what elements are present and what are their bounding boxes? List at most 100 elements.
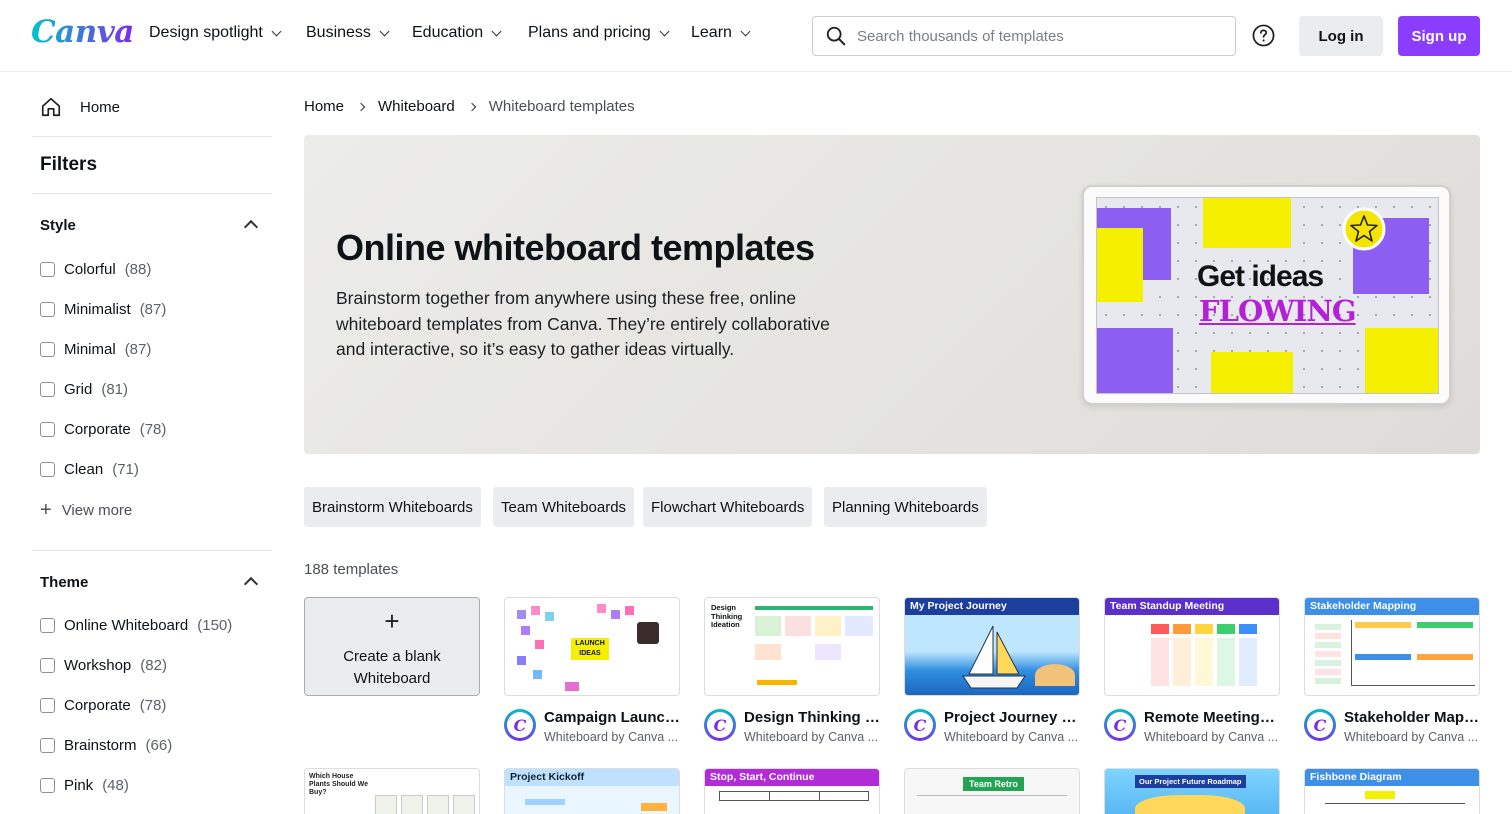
sticky-note [521,626,530,635]
thumb-line [1325,803,1465,804]
filter-theme-pink[interactable]: Pink (48) [40,777,129,794]
filter-style-clean[interactable]: Clean (71) [40,461,139,478]
filter-style-minimalist[interactable]: Minimalist (87) [40,301,166,318]
template-thumbnail[interactable]: Design Thinking Ideation [704,597,880,696]
style-section-title[interactable]: Style [40,217,76,234]
sidebar-home-link[interactable]: Home [40,96,120,118]
checkbox[interactable] [40,618,55,633]
checkbox[interactable] [40,658,55,673]
chip-flowchart-whiteboards[interactable]: Flowchart Whiteboards [643,487,813,527]
chevron-up-icon[interactable] [243,576,259,592]
filter-style-colorful[interactable]: Colorful (88) [40,261,151,278]
breadcrumb-home[interactable]: Home [304,98,344,115]
template-card[interactable]: Team Standup Meeting C Remote Meetings .… [1104,597,1280,745]
map-illustration [1135,795,1245,814]
filter-theme-brainstorm[interactable]: Brainstorm (66) [40,737,172,754]
filters-heading: Filters [40,154,98,175]
thumb-title: Project Kickoff [505,769,679,786]
thumb-bar [757,680,797,685]
thumb-block [815,644,841,660]
sticky-note [1097,228,1143,302]
search-icon[interactable] [825,25,847,47]
chip-team-whiteboards[interactable]: Team Whiteboards [493,487,635,527]
checkbox[interactable] [40,462,55,477]
template-card[interactable]: Fishbone Diagram [1304,768,1480,814]
filter-count: (78) [139,421,167,438]
chip-brainstorm-whiteboards[interactable]: Brainstorm Whiteboards [304,487,481,527]
template-title[interactable]: Remote Meetings ... [1144,709,1280,726]
view-more-button[interactable]: + View more [40,500,132,520]
template-author: Whiteboard by Canva ... [1344,730,1479,744]
template-author: Whiteboard by Canva ... [544,730,679,744]
nav-education[interactable]: Education [412,24,502,42]
checkbox[interactable] [40,342,55,357]
filter-style-corporate[interactable]: Corporate (78) [40,421,166,438]
template-thumbnail[interactable]: Stakeholder Mapping [1304,597,1480,696]
canva-logo[interactable]: Canva [31,14,134,50]
template-card[interactable]: My Project Journey C Project Journey W..… [904,597,1080,745]
filter-theme-online-whiteboard[interactable]: Online Whiteboard (150) [40,617,232,634]
chevron-right-icon [356,102,366,111]
nav-label: Design spotlight [149,24,263,41]
thumb-bar [755,606,873,610]
divider [32,193,272,194]
template-title[interactable]: Campaign Launch ... [544,709,680,726]
checkbox[interactable] [40,382,55,397]
help-icon[interactable] [1252,24,1275,47]
canva-avatar-icon: C [1104,709,1136,741]
template-card[interactable]: Stop, Start, Continue [704,768,880,814]
checkbox[interactable] [40,302,55,317]
search-input[interactable] [857,27,1217,45]
template-card[interactable]: Our Project Future Roadmap [1104,768,1280,814]
template-author: Whiteboard by Canva ... [744,730,879,744]
nav-learn[interactable]: Learn [691,24,751,42]
plant-card [401,795,423,814]
thumb-title: My Project Journey [905,598,1079,615]
island-illustration [1035,664,1075,686]
thumb-block [845,616,873,636]
template-card[interactable]: LAUNCH IDEAS C Campaign Launch ... White… [504,597,680,745]
nav-label: Learn [691,24,732,41]
chip-planning-whiteboards[interactable]: Planning Whiteboards [824,487,987,527]
checkbox[interactable] [40,778,55,793]
chevron-up-icon[interactable] [243,219,259,235]
thumb-title: Stakeholder Mapping [1305,598,1479,615]
checkbox[interactable] [40,262,55,277]
checkbox[interactable] [40,698,55,713]
sticky-note [517,656,526,665]
template-card[interactable]: Project Kickoff [504,768,680,814]
sticky-note [565,682,579,691]
thumb-block [755,644,781,660]
filter-theme-workshop[interactable]: Workshop (82) [40,657,167,674]
template-card[interactable]: Which House Plants Should We Buy? [304,768,480,814]
template-card[interactable]: Stakeholder Mapping C Stakeholder Mapp..… [1304,597,1480,745]
divider [32,550,272,551]
filter-style-minimal[interactable]: Minimal (87) [40,341,151,358]
checkbox[interactable] [40,738,55,753]
template-card[interactable]: Team Retro [904,768,1080,814]
template-thumbnail[interactable]: My Project Journey [904,597,1080,696]
create-blank-whiteboard-button[interactable]: + Create a blank Whiteboard [304,597,480,696]
nav-plans-and-pricing[interactable]: Plans and pricing [528,24,670,42]
sticky-note [535,640,544,649]
filter-label: Pink [64,777,94,794]
filter-count: (48) [102,777,129,794]
hero-description: Brainstorm together from anywhere using … [336,288,830,359]
template-title[interactable]: Project Journey W... [944,709,1080,726]
checkbox[interactable] [40,422,55,437]
nav-design-spotlight[interactable]: Design spotlight [149,24,282,42]
breadcrumb-whiteboard[interactable]: Whiteboard [378,98,455,115]
template-thumbnail[interactable]: Team Standup Meeting [1104,597,1280,696]
theme-section-title[interactable]: Theme [40,574,88,591]
template-thumbnail[interactable]: LAUNCH IDEAS [504,597,680,696]
nav-business[interactable]: Business [306,24,390,42]
template-title[interactable]: Stakeholder Mapp... [1344,709,1480,726]
signup-button[interactable]: Sign up [1398,16,1480,56]
filter-style-grid[interactable]: Grid (81) [40,381,128,398]
filter-theme-corporate[interactable]: Corporate (78) [40,697,166,714]
template-card[interactable]: Design Thinking Ideation C Design Thinki… [704,597,880,745]
login-button[interactable]: Log in [1299,16,1383,56]
chevron-down-icon [379,26,390,36]
template-title[interactable]: Design Thinking Id... [744,709,880,726]
plant-card [427,795,449,814]
